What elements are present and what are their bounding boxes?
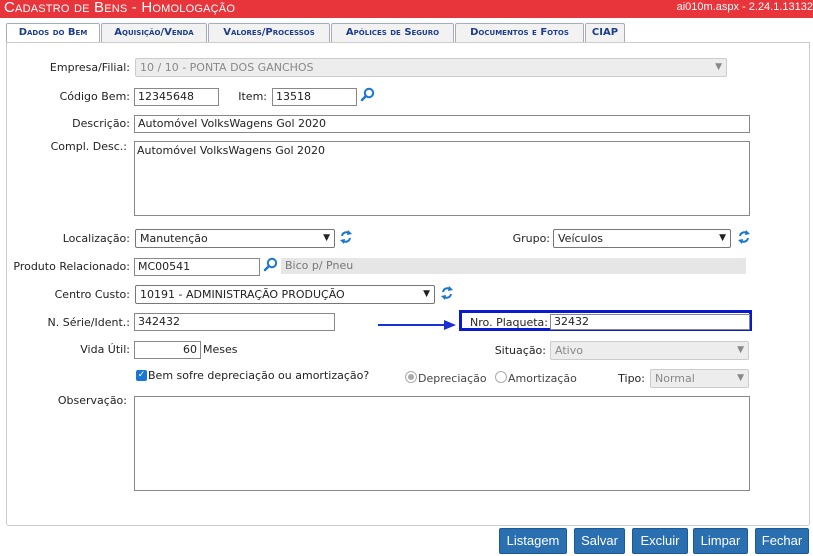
search-icon[interactable] bbox=[360, 87, 375, 102]
descricao-input[interactable]: Automóvel VolksWagens Gol 2020 bbox=[134, 115, 750, 133]
item-input[interactable]: 13518 bbox=[272, 88, 357, 106]
observacao-textarea[interactable] bbox=[134, 396, 750, 491]
listagem-button[interactable]: Listagem bbox=[499, 528, 567, 554]
compl-textarea[interactable]: Automóvel VolksWagens Gol 2020 bbox=[134, 141, 750, 216]
plaqueta-label: Nro. Plaqueta: bbox=[470, 316, 548, 329]
chevron-down-icon: ▼ bbox=[323, 233, 330, 243]
produto-description: Bico p/ Pneu bbox=[281, 258, 746, 274]
vida-unit: Meses bbox=[203, 343, 238, 356]
page-info: ai010m.aspx - 2.24.1.13132 bbox=[676, 1, 813, 13]
page-title: Cadastro de Bens - Homologação bbox=[4, 0, 236, 16]
chevron-down-icon: ▼ bbox=[737, 345, 744, 355]
limpar-button[interactable]: Limpar bbox=[693, 528, 748, 554]
tab-documentos-e-fotos[interactable]: Documentos e Fotos bbox=[455, 23, 584, 42]
centro-select[interactable]: 10191 - ADMINISTRAÇÃO PRODUÇÃO ▼ bbox=[135, 285, 435, 304]
chevron-down-icon: ▼ bbox=[715, 62, 722, 72]
empresa-value: 10 / 10 - PONTA DOS GANCHOS bbox=[140, 61, 314, 74]
tab-aquisicao-venda[interactable]: Aquisição/Venda bbox=[101, 23, 207, 42]
grupo-select[interactable]: Veículos ▼ bbox=[553, 229, 731, 248]
situacao-value: Ativo bbox=[555, 344, 583, 357]
produto-input[interactable]: MC00541 bbox=[134, 258, 260, 276]
serie-label: N. Série/Ident.: bbox=[47, 316, 130, 329]
grupo-value: Veículos bbox=[558, 232, 604, 245]
tab-valores-processos[interactable]: Valores/Processos bbox=[208, 23, 330, 42]
excluir-button[interactable]: Excluir bbox=[632, 528, 688, 554]
arrow-right-icon bbox=[378, 320, 456, 330]
observacao-label: Observação: bbox=[57, 394, 127, 407]
plaqueta-input[interactable]: 32432 bbox=[550, 314, 750, 330]
situacao-select[interactable]: Ativo ▼ bbox=[550, 341, 749, 360]
tipo-value: Normal bbox=[655, 372, 695, 385]
salvar-button[interactable]: Salvar bbox=[574, 528, 625, 554]
radio-depreciacao-label: Depreciação bbox=[418, 372, 487, 385]
radio-depreciacao[interactable] bbox=[405, 371, 417, 383]
localizacao-value: Manutenção bbox=[140, 232, 208, 245]
empresa-select[interactable]: 10 / 10 - PONTA DOS GANCHOS ▼ bbox=[135, 58, 727, 77]
localizacao-label: Localização: bbox=[62, 232, 130, 245]
vida-label: Vida Útil: bbox=[80, 343, 130, 356]
radio-amortizacao[interactable] bbox=[495, 371, 507, 383]
tab-ciap[interactable]: CIAP bbox=[585, 23, 625, 42]
tab-apolices-de-seguro[interactable]: Apólices de Seguro bbox=[331, 23, 454, 42]
grupo-label: Grupo: bbox=[512, 232, 550, 245]
refresh-icon[interactable] bbox=[339, 229, 353, 245]
empresa-label: Empresa/Filial: bbox=[49, 61, 130, 74]
depreciacao-checkbox[interactable]: ✓ bbox=[136, 370, 147, 381]
serie-input[interactable]: 342432 bbox=[134, 313, 335, 331]
produto-label: Produto Relacionado: bbox=[13, 260, 130, 273]
fechar-button[interactable]: Fechar bbox=[755, 528, 809, 554]
tipo-select[interactable]: Normal ▼ bbox=[650, 369, 749, 388]
chevron-down-icon: ▼ bbox=[719, 233, 726, 243]
refresh-icon[interactable] bbox=[440, 285, 454, 301]
compl-label: Compl. Desc.: bbox=[50, 140, 127, 153]
localizacao-select[interactable]: Manutenção ▼ bbox=[135, 229, 335, 248]
situacao-label: Situação: bbox=[494, 344, 546, 357]
search-icon[interactable] bbox=[263, 257, 278, 272]
codigo-input[interactable]: 12345648 bbox=[134, 88, 219, 106]
tab-dados-do-bem[interactable]: Dados do Bem bbox=[6, 23, 100, 43]
centro-label: Centro Custo: bbox=[54, 288, 130, 301]
radio-amortizacao-label: Amortização bbox=[508, 372, 577, 385]
centro-value: 10191 - ADMINISTRAÇÃO PRODUÇÃO bbox=[140, 288, 345, 301]
descricao-label: Descrição: bbox=[72, 117, 130, 130]
depreciacao-check-label: Bem sofre depreciação ou amortização? bbox=[148, 369, 370, 382]
chevron-down-icon: ▼ bbox=[423, 289, 430, 299]
chevron-down-icon: ▼ bbox=[737, 373, 744, 383]
vida-input[interactable]: 60 bbox=[134, 341, 201, 359]
codigo-label: Código Bem: bbox=[59, 90, 130, 103]
tipo-label: Tipo: bbox=[618, 372, 645, 385]
item-label: Item: bbox=[238, 90, 267, 103]
title-bar: Cadastro de Bens - Homologação ai010m.as… bbox=[0, 0, 813, 18]
refresh-icon[interactable] bbox=[737, 229, 751, 245]
